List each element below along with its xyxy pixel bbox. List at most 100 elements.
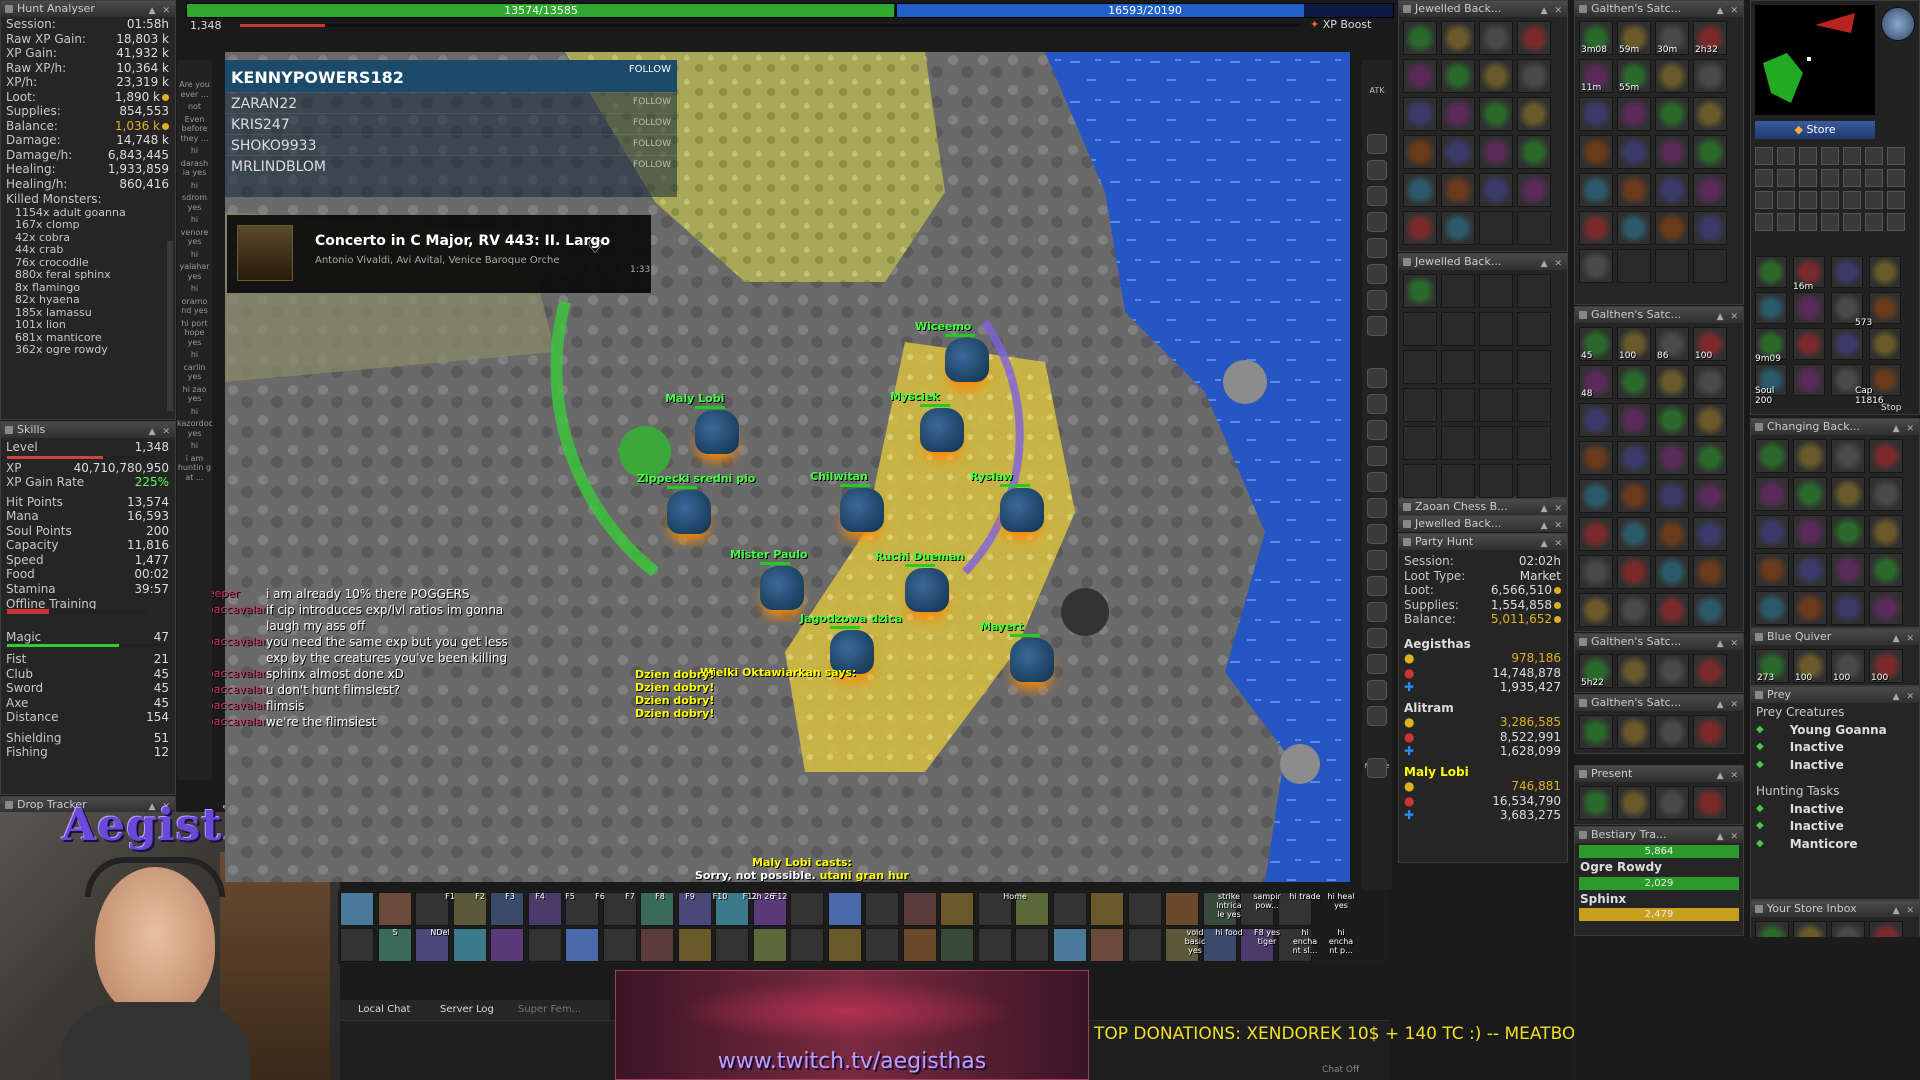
jewelled-title-2[interactable]: Jewelled Back... ▲ ✕ — [1399, 254, 1567, 270]
satchel-item-slot[interactable] — [1617, 654, 1651, 688]
satchel-item-slot[interactable] — [1617, 365, 1651, 399]
prey-row[interactable]: ◆ Inactive — [1751, 740, 1919, 755]
side-action-icon[interactable] — [1367, 680, 1387, 700]
satchel-item-slot[interactable] — [1693, 59, 1727, 93]
satchel-item-slot[interactable] — [1617, 135, 1651, 169]
equipment-slot[interactable] — [1869, 256, 1901, 288]
window-controls-icon[interactable]: ▲ ✕ — [1541, 536, 1564, 550]
backpack-item-slot[interactable] — [1517, 211, 1551, 245]
backpack-item-slot[interactable] — [1869, 477, 1903, 511]
scrollbar[interactable] — [167, 241, 173, 411]
present-item-slot[interactable] — [1579, 786, 1613, 820]
satchel-item-slot[interactable] — [1655, 517, 1689, 551]
equipment-slot[interactable] — [1831, 328, 1863, 360]
action-slot[interactable] — [1052, 892, 1087, 926]
player-sprite[interactable] — [695, 410, 739, 454]
backpack-item-slot[interactable] — [1441, 97, 1475, 131]
backpack-item-slot[interactable] — [1831, 439, 1865, 473]
backpack-item-slot[interactable] — [1479, 97, 1513, 131]
action-slot[interactable] — [1052, 928, 1087, 962]
player-sprite[interactable] — [920, 408, 964, 452]
player-sprite[interactable] — [760, 566, 804, 610]
action-slot[interactable] — [1015, 928, 1049, 962]
present-item-slot[interactable] — [1693, 786, 1727, 820]
equipment-slot[interactable] — [1755, 256, 1787, 288]
window-controls-icon[interactable]: ▲ ✕ — [1893, 689, 1916, 703]
side-action-icon[interactable] — [1367, 498, 1387, 518]
satchel-item-slot[interactable] — [1693, 654, 1727, 688]
minimap-control-button[interactable] — [1799, 213, 1817, 231]
player-sprite[interactable] — [945, 338, 989, 382]
backpack-item-slot[interactable] — [1479, 312, 1513, 346]
satchel-item-slot[interactable] — [1579, 97, 1613, 131]
equipment-slot[interactable] — [1793, 328, 1825, 360]
changing-title[interactable]: Changing Back... ▲ ✕ — [1751, 419, 1919, 435]
action-slot[interactable] — [340, 928, 374, 962]
side-action-icon[interactable] — [1367, 264, 1387, 284]
galthen-title-4[interactable]: Galthen's Satc... ▲ ✕ — [1575, 695, 1743, 711]
action-slot[interactable] — [490, 928, 524, 962]
backpack-item-slot[interactable] — [1479, 426, 1513, 460]
backpack-item-slot[interactable] — [1403, 464, 1437, 498]
backpack-item-slot[interactable] — [1441, 388, 1475, 422]
minimap-control-button[interactable] — [1755, 213, 1773, 231]
satchel-item-slot[interactable] — [1579, 715, 1613, 749]
satchel-item-slot[interactable] — [1579, 211, 1613, 245]
satchel-item-slot[interactable] — [1693, 517, 1727, 551]
backpack-item-slot[interactable] — [1479, 173, 1513, 207]
backpack-item-slot[interactable] — [1869, 553, 1903, 587]
prey-row[interactable]: ◆ Inactive — [1751, 802, 1919, 817]
satchel-item-slot[interactable] — [1693, 249, 1727, 283]
backpack-item-slot[interactable] — [1441, 274, 1475, 308]
satchel-item-slot[interactable] — [1617, 593, 1651, 627]
side-action-icon[interactable] — [1367, 290, 1387, 310]
backpack-item-slot[interactable] — [1479, 274, 1513, 308]
action-slot[interactable] — [1090, 928, 1124, 962]
satchel-item-slot[interactable] — [1655, 593, 1689, 627]
backpack-item-slot[interactable] — [1441, 21, 1475, 55]
player-sprite[interactable] — [667, 490, 711, 534]
backpack-item-slot[interactable] — [1831, 515, 1865, 549]
minimap-control-button[interactable] — [1865, 169, 1883, 187]
window-controls-icon[interactable]: ▲ ✕ — [1717, 3, 1740, 17]
side-action-icon[interactable] — [1367, 160, 1387, 180]
side-action-icon[interactable] — [1367, 576, 1387, 596]
satchel-item-slot[interactable] — [1579, 403, 1613, 437]
backpack-item-slot[interactable] — [1517, 59, 1551, 93]
action-slot[interactable] — [377, 892, 412, 926]
side-action-icon[interactable] — [1367, 238, 1387, 258]
backpack-item-slot[interactable] — [1517, 135, 1551, 169]
hunt-analyser-title[interactable]: Hunt Analyser ▲ ✕ — [1, 1, 175, 17]
side-action-icon[interactable] — [1367, 654, 1387, 674]
backpack-item-slot[interactable] — [1403, 135, 1437, 169]
side-action-icon[interactable] — [1367, 212, 1387, 232]
backpack-item-slot[interactable] — [1793, 477, 1827, 511]
satchel-item-slot[interactable] — [1693, 403, 1727, 437]
action-slot[interactable] — [827, 892, 862, 926]
side-action-icon[interactable] — [1367, 472, 1387, 492]
backpack-item-slot[interactable] — [1441, 426, 1475, 460]
backpack-item-slot[interactable] — [1755, 591, 1789, 625]
backpack-item-slot[interactable] — [1403, 97, 1437, 131]
side-action-icon[interactable] — [1367, 628, 1387, 648]
backpack-item-slot[interactable] — [1479, 388, 1513, 422]
side-action-icon[interactable] — [1367, 394, 1387, 414]
backpack-item-slot[interactable] — [1517, 350, 1551, 384]
action-slot[interactable] — [715, 928, 749, 962]
equipment-slot[interactable] — [1869, 328, 1901, 360]
satchel-item-slot[interactable] — [1693, 441, 1727, 475]
action-slot[interactable] — [940, 892, 974, 926]
satchel-item-slot[interactable] — [1693, 211, 1727, 245]
backpack-item-slot[interactable] — [1403, 211, 1437, 245]
satchel-item-slot[interactable] — [1617, 211, 1651, 245]
action-slot[interactable] — [527, 928, 562, 962]
backpack-item-slot[interactable] — [1793, 515, 1827, 549]
satchel-item-slot[interactable] — [1693, 97, 1727, 131]
side-action-icon[interactable] — [1367, 758, 1387, 778]
minimap-control-button[interactable] — [1755, 147, 1773, 165]
satchel-item-slot[interactable] — [1693, 365, 1727, 399]
backpack-item-slot[interactable] — [1441, 135, 1475, 169]
equipment-slot[interactable] — [1793, 292, 1825, 324]
satchel-item-slot[interactable] — [1655, 555, 1689, 589]
window-controls-icon[interactable]: ▲ ✕ — [1541, 501, 1564, 515]
